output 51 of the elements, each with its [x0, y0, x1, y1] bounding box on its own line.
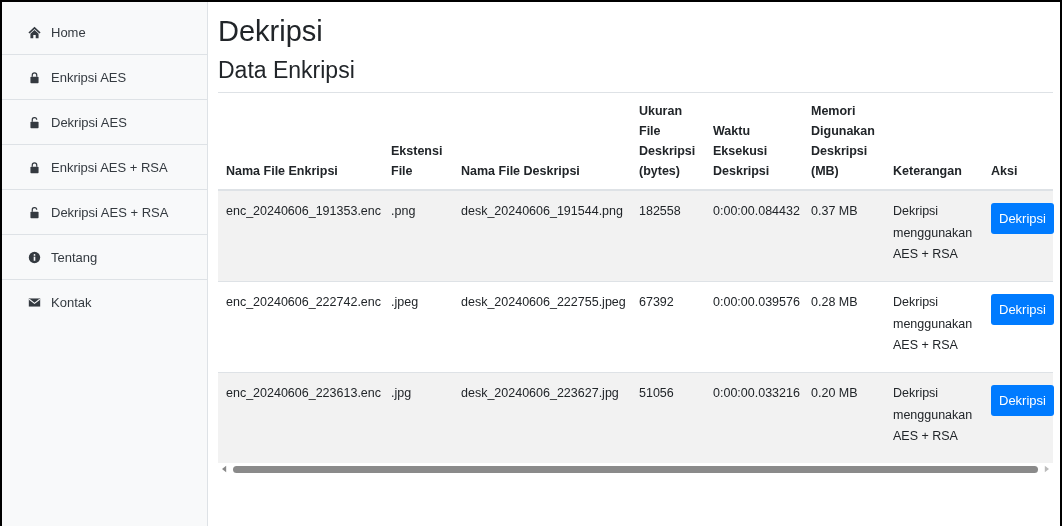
table-cell: 0:00:00.084432 — [713, 204, 800, 219]
table-cell: Dekripsi menggunakan AES + RSA — [893, 295, 973, 352]
sidebar-item[interactable]: Home — [2, 10, 207, 55]
table-cell: 0.28 MB — [811, 295, 858, 310]
envelope-icon — [28, 296, 41, 309]
table-cell: .jpeg — [391, 295, 419, 310]
table-cell: 0.20 MB — [811, 386, 858, 401]
column-header: Nama File Enkripsi — [226, 164, 338, 179]
lock-icon — [28, 160, 41, 174]
table-cell: enc_20240606_222742.enc — [226, 295, 381, 310]
scrollbar-thumb[interactable] — [233, 465, 1038, 473]
table-cell: 182558 — [639, 204, 681, 219]
sidebar-item[interactable]: Dekripsi AES — [2, 100, 207, 145]
table-cell: 0:00:00.039576 — [713, 295, 800, 310]
column-header: Waktu Eksekusi Deskripsi — [713, 124, 770, 179]
column-header: Memori Digunakan Deskripsi (MB) — [811, 104, 875, 179]
table-cell: desk_20240606_191544.png — [461, 204, 623, 219]
scroll-right-icon[interactable] — [1044, 465, 1049, 474]
sidebar-item[interactable]: Kontak — [2, 280, 207, 325]
table-cell: 0:00:00.033216 — [713, 386, 800, 401]
unlocked-lock-icon — [28, 115, 41, 129]
table-cell: desk_20240606_222755.jpeg — [461, 295, 626, 310]
table-cell: desk_20240606_223627.jpg — [461, 386, 619, 401]
decrypt-button[interactable]: Dekripsi — [991, 385, 1054, 417]
table-cell: .jpg — [391, 386, 412, 401]
lock-icon — [28, 70, 41, 84]
table-cell: Dekripsi menggunakan AES + RSA — [893, 204, 973, 261]
unlocked-lock-icon — [28, 205, 41, 219]
table-cell: enc_20240606_191353.enc — [226, 204, 381, 219]
sidebar-item[interactable]: Enkripsi AES — [2, 55, 207, 100]
sidebar-item[interactable]: Dekripsi AES + RSA — [2, 190, 207, 235]
decrypt-button[interactable]: Dekripsi — [991, 203, 1054, 235]
scroll-left-icon[interactable] — [222, 465, 227, 474]
table-cell: 67392 — [639, 295, 674, 310]
sidebar-item[interactable]: Tentang — [2, 235, 207, 280]
column-header: Aksi — [991, 164, 1018, 179]
info-icon — [28, 250, 41, 264]
decrypt-button[interactable]: Dekripsi — [991, 294, 1054, 326]
table-cell: .png — [391, 204, 416, 219]
table-cell: enc_20240606_223613.enc — [226, 386, 381, 401]
table-cell: 0.37 MB — [811, 204, 858, 219]
column-header: Nama File Deskripsi — [461, 164, 580, 179]
page-title: Dekripsi — [218, 14, 323, 49]
table-cell: 51056 — [639, 386, 674, 401]
sidebar-item[interactable]: Enkripsi AES + RSA — [2, 145, 207, 190]
home-icon — [28, 25, 41, 39]
column-header: Ekstensi File — [391, 144, 443, 179]
column-header: Ukuran File Deskripsi (bytes) — [639, 104, 696, 179]
column-header: Keterangan — [893, 164, 962, 179]
table-cell: Dekripsi menggunakan AES + RSA — [893, 386, 973, 443]
section-title: Data Enkripsi — [218, 56, 355, 85]
